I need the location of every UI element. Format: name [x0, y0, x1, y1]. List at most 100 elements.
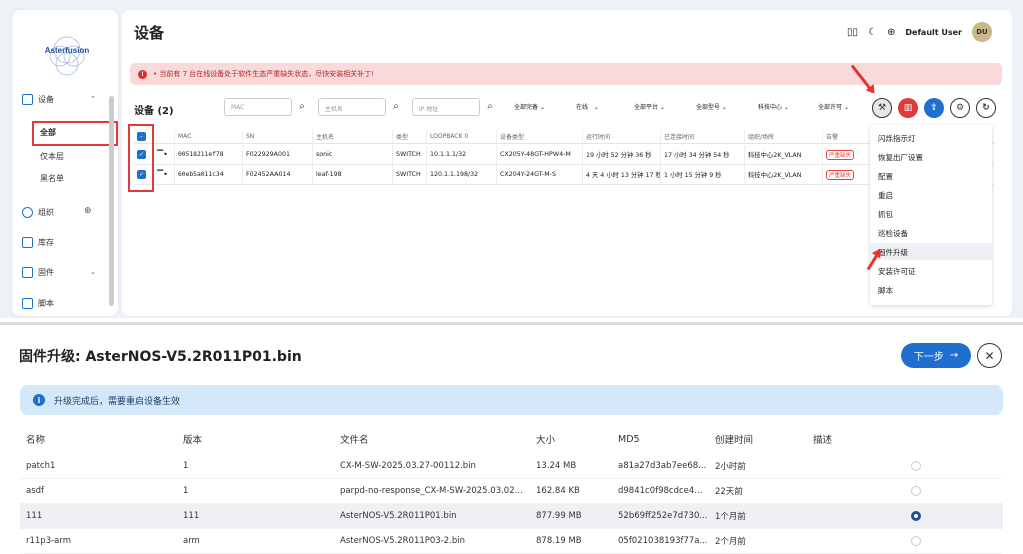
table-row[interactable]: ✓ ▔• 60eb5a011c34 F02452AA014 leaf-198 S… [134, 165, 994, 185]
nav-script[interactable]: 脚本 [22, 298, 54, 309]
col-header: 类型 [392, 130, 426, 143]
menu-item-inspect[interactable]: 巡检设备 [878, 228, 908, 239]
uptime-cell: 4 天 4 小时 13 分钟 17 秒 [582, 165, 660, 184]
md5-cell: 05f021038193f77a... [618, 536, 708, 546]
globe-icon[interactable]: ⊕ [887, 27, 895, 38]
next-step-button[interactable]: 下一步 → [901, 343, 971, 368]
col-header: 组织/场所 [744, 130, 822, 143]
sn-cell: F02452AA014 [242, 165, 312, 184]
nav-sub-offline[interactable]: 仅本层 [40, 151, 64, 162]
health-filter-label: 全部完备 [514, 104, 539, 111]
close-icon[interactable]: ✕ [977, 343, 1002, 368]
user-name[interactable]: Default User [905, 28, 962, 37]
nav-inventory-label: 库存 [38, 238, 54, 247]
logo-mark-icon [49, 36, 85, 76]
connected-cell: 17 小时 34 分钟 54 秒 [660, 145, 744, 164]
license-filter[interactable]: 全部许可 ⌄ [818, 102, 849, 111]
search-icon[interactable]: ⌕ [480, 98, 500, 116]
sidebar-scrollbar[interactable] [109, 96, 114, 306]
hostname-cell: leaf-198 [312, 165, 392, 184]
col-header: 设备类型 [496, 130, 582, 143]
next-step-label: 下一步 [913, 352, 944, 363]
col-header: 文件名 [340, 435, 369, 446]
table-row[interactable]: ✓ ▔• 00518211ef78 F022929A001 sonic SWIT… [134, 145, 994, 165]
disk-icon [22, 267, 33, 278]
menu-item-capture[interactable]: 抓包 [878, 209, 893, 220]
size-cell: 878.19 MB [536, 536, 582, 546]
nav-sub-blacklist[interactable]: 黑名单 [40, 173, 64, 184]
upload-icon[interactable]: ⇪ [924, 98, 944, 118]
search-icon[interactable]: ⌕ [292, 98, 312, 116]
table-row[interactable]: r11p3-arm arm AsterNOS-V5.2R011P03-2.bin 87… [20, 529, 1003, 554]
menu-item-blink[interactable]: 闪烁指示灯 [878, 133, 916, 144]
menu-item-install-license[interactable]: 安装许可证 [878, 266, 916, 277]
hostname-search-input[interactable]: 主机名 [318, 98, 386, 116]
alert-banner: ! • 当前有 7 台在线设备处于软件生态严重缺失状态，尽快安装相关补丁! [130, 63, 1002, 85]
online-filter[interactable]: 在线 ⌄ [576, 102, 599, 111]
name-cell: r11p3-arm [26, 536, 72, 546]
nav-sub-all[interactable]: 全部 [40, 127, 56, 138]
gear-icon[interactable]: ⚙ [950, 98, 970, 118]
name-cell: asdf [26, 486, 45, 496]
sn-cell: F022929A001 [242, 145, 312, 164]
search-icon[interactable]: ⌕ [386, 98, 406, 116]
chevron-up-icon[interactable]: ⌃ [90, 95, 96, 103]
book-icon[interactable]: ▯▯ [847, 27, 858, 38]
terminal-icon [22, 298, 33, 309]
loopback-cell: 120.1.1.198/32 [426, 165, 496, 184]
health-filter[interactable]: 全部完备 ⌄ [514, 102, 545, 111]
action-menu: 闪烁指示灯 恢复出厂设置 配置 重启 抓包 巡检设备 固件升级 安装许可证 脚本 [870, 125, 992, 305]
row-radio[interactable] [911, 536, 921, 546]
nav-inventory[interactable]: 库存 [22, 237, 54, 248]
tag-icon [22, 237, 33, 248]
row-radio[interactable] [911, 511, 921, 521]
created-cell: 22天前 [715, 487, 743, 497]
model-cell: CX205Y-48GT-HPW4-M [496, 145, 582, 164]
model-filter[interactable]: 全部型号 ⌄ [696, 102, 727, 111]
description-cell [813, 504, 893, 528]
col-header: SN [242, 130, 312, 143]
site-filter[interactable]: 科技中心 ⌄ [758, 102, 789, 111]
device-count-title: 设备 (2) [134, 106, 174, 117]
platform-filter[interactable]: 全部平台 ⌄ [634, 102, 665, 111]
col-header: 描述 [813, 435, 833, 446]
nav-org-label: 组织 [38, 208, 54, 217]
nav-devices[interactable]: 设备 [22, 94, 54, 105]
nav-firmware[interactable]: 固件 [22, 267, 54, 278]
description-cell [813, 479, 893, 503]
delete-icon[interactable]: ▥ [898, 98, 918, 118]
page-title: 设备 [134, 24, 165, 42]
mac-search-input[interactable]: MAC [224, 98, 292, 116]
md5-cell: a81a27d3ab7ee68... [618, 461, 707, 471]
nav-devices-label: 设备 [38, 95, 54, 104]
row-radio[interactable] [911, 486, 921, 496]
avatar[interactable]: DU [972, 22, 992, 42]
moon-icon[interactable]: ☾ [868, 27, 877, 38]
md5-cell: 52b69ff252e7d730... [618, 511, 708, 521]
ip-search-input[interactable]: IP 地址 [412, 98, 480, 116]
type-cell: SWITCH [392, 165, 426, 184]
nav-org[interactable]: 组织 [22, 207, 54, 218]
device-status-icon: ▔• [157, 150, 168, 159]
dialog-title: 固件升级: AsterNOS-V5.2R011P01.bin [19, 349, 302, 365]
name-cell: patch1 [26, 461, 56, 471]
table-row[interactable]: asdf 1 parpd-no-response_CX-M-SW-2025.03.0… [20, 479, 1003, 504]
refresh-icon[interactable]: ↻ [976, 98, 996, 118]
row-radio[interactable] [911, 461, 921, 471]
arrow-right-icon[interactable]: ⊕ [84, 206, 92, 216]
sidebar: Asterfusion 设备 ⌃ 全部 仅本层 黑名单 组织 ⊕ 库存 固件 ⌄… [12, 10, 118, 316]
filename-cell: CX-M-SW-2025.03.27-00112.bin [340, 461, 476, 471]
menu-item-config[interactable]: 配置 [878, 171, 893, 182]
menu-item-reboot[interactable]: 重启 [878, 190, 893, 201]
alert-icon: ! [138, 69, 147, 79]
chevron-down-icon[interactable]: ⌄ [90, 268, 96, 276]
menu-item-factory-reset[interactable]: 恢复出厂设置 [878, 152, 923, 163]
table-row[interactable]: patch1 1 CX-M-SW-2025.03.27-00112.bin 13.24… [20, 454, 1003, 479]
platform-filter-label: 全部平台 [634, 104, 659, 111]
menu-item-script[interactable]: 脚本 [878, 285, 893, 296]
wrench-icon[interactable]: ⚒ [872, 98, 892, 118]
table-row[interactable]: 111 111 AsterNOS-V5.2R011P01.bin 877.99 MB 5… [20, 504, 1003, 529]
status-badge: 严重缺失 [826, 169, 855, 180]
version-cell: 111 [183, 511, 200, 521]
version-cell: 1 [183, 461, 189, 471]
